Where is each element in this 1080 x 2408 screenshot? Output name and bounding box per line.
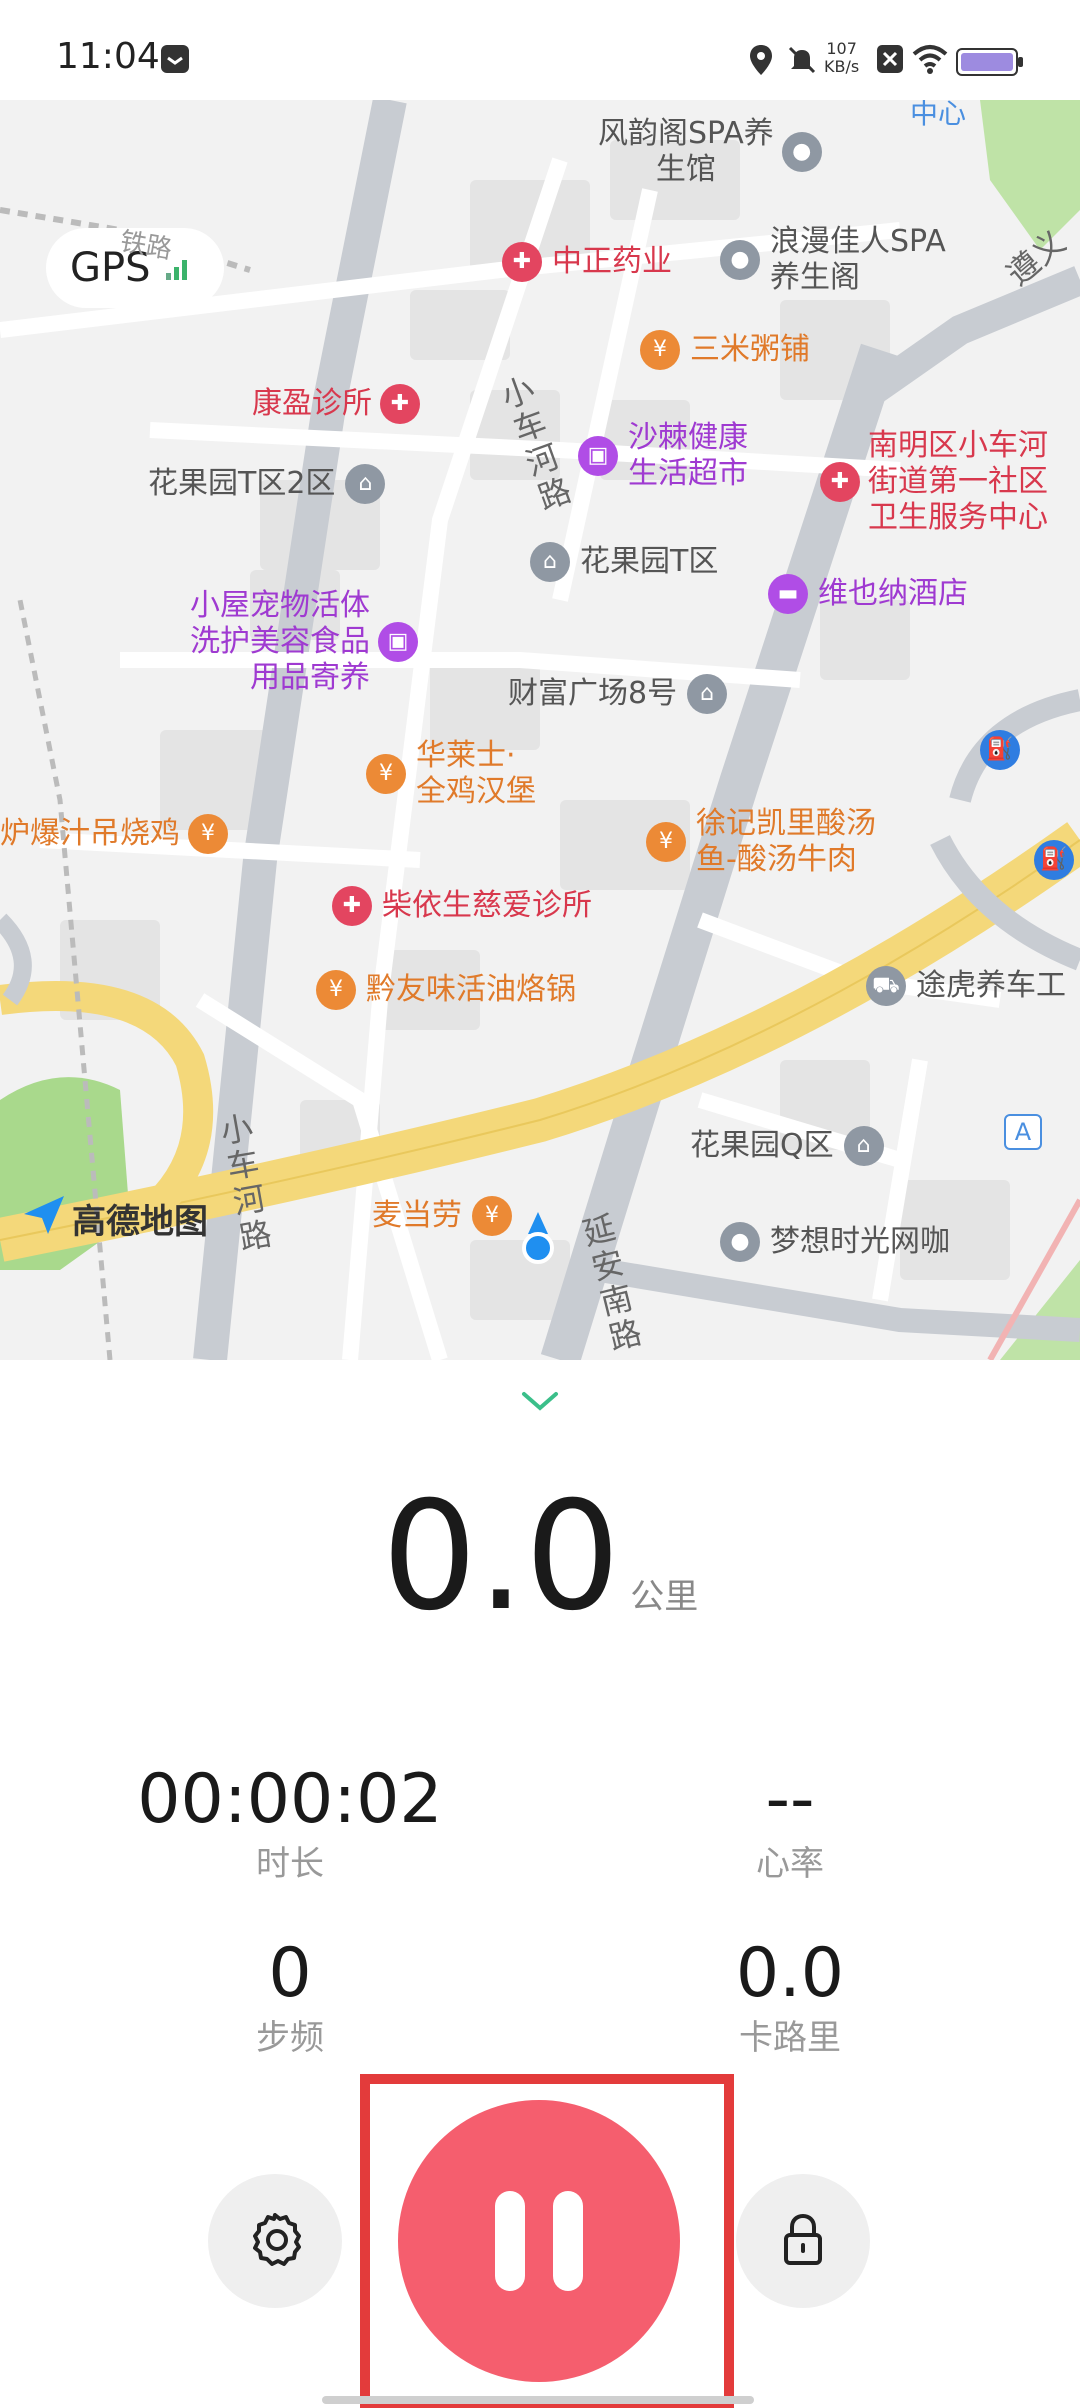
poi-marker[interactable]: ⌂ 花果园T区 xyxy=(530,542,718,582)
duration-label: 时长 xyxy=(256,1844,324,1884)
poi-marker[interactable]: ✚ 南明区小车河 街道第一社区 卫生服务中心 xyxy=(820,428,1048,536)
gas-station-icon: ⛽ xyxy=(1034,840,1074,880)
mute-icon xyxy=(786,44,818,80)
restaurant-icon: ¥ xyxy=(366,754,406,794)
gas-station-icon: ⛽ xyxy=(980,730,1020,770)
poi-marker[interactable]: ▣ 沙棘健康 生活超市 xyxy=(578,420,748,492)
poi-marker[interactable]: ✚ 柴依生慈爱诊所 xyxy=(332,886,592,926)
hotel-icon: ▬ xyxy=(768,574,808,614)
building-icon: ⌂ xyxy=(345,464,386,504)
shop-icon: ▣ xyxy=(578,436,618,476)
cadence-label: 步频 xyxy=(256,2018,324,2058)
poi-marker[interactable]: 麦当劳 ¥ xyxy=(372,1196,512,1236)
collapse-chevron-icon[interactable] xyxy=(520,1390,560,1418)
poi-marker[interactable]: 风韵阁SPA养 生馆 ● xyxy=(598,116,822,188)
hospital-icon: ✚ xyxy=(820,462,860,502)
pin-icon: ● xyxy=(720,1222,760,1262)
building-icon: ⌂ xyxy=(530,542,570,582)
gear-icon xyxy=(245,2209,305,2273)
poi-marker[interactable]: ▬ 维也纳酒店 xyxy=(768,574,968,614)
poi-marker[interactable]: 康盈诊所 ✚ xyxy=(252,384,420,424)
building-icon: ⌂ xyxy=(687,674,728,714)
gas-station-marker[interactable]: ⛽ xyxy=(1034,840,1074,880)
poi-marker[interactable]: ● 梦想时光网咖 xyxy=(720,1222,950,1262)
battery-icon xyxy=(956,48,1024,80)
poi-marker[interactable]: ¥ 黔友味活油烙锅 xyxy=(316,970,576,1010)
poi-marker[interactable]: ● 浪漫佳人SPA 养生阁 xyxy=(720,224,946,296)
duration-value: 00:00:02 xyxy=(137,1760,443,1839)
shop-icon: ▣ xyxy=(378,622,418,662)
amap-arrow-icon xyxy=(22,1192,66,1245)
pin-icon: ● xyxy=(720,240,760,280)
gas-station-marker[interactable]: ⛽ xyxy=(980,730,1020,770)
map-view[interactable]: GPS 小车河路 小车河路 延安南路 遵义 铁路 中心 风韵阁SPA养 生馆 ●… xyxy=(0,100,1080,1360)
current-location-dot xyxy=(522,1232,554,1264)
poi-marker[interactable]: 花果园Q区 ⌂ xyxy=(690,1126,884,1166)
car-service-icon: ⛟ xyxy=(866,966,906,1006)
poi-marker[interactable]: ✚ 中正药业 xyxy=(502,242,672,282)
amap-logo: 高德地图 xyxy=(22,1192,208,1245)
poi-marker[interactable]: 财富广场8号 ⌂ xyxy=(508,674,728,714)
marker-a-label: A xyxy=(1004,1114,1042,1150)
heart-rate-stat: -- 心率 xyxy=(590,1760,990,1888)
distance-unit: 公里 xyxy=(630,1577,699,1617)
restaurant-icon: ¥ xyxy=(188,814,228,854)
poi-marker[interactable]: 炉爆汁吊烧鸡 ¥ xyxy=(0,814,228,854)
net-speed: 107 KB/s xyxy=(824,39,860,76)
restaurant-icon: ¥ xyxy=(646,822,686,862)
settings-button[interactable] xyxy=(208,2174,342,2308)
highlight-box xyxy=(360,2074,734,2408)
pill-icon: ✚ xyxy=(502,242,542,282)
restaurant-icon: ¥ xyxy=(472,1196,512,1236)
location-icon xyxy=(748,44,774,80)
poi-marker[interactable]: ¥ 徐记凯里酸汤 鱼-酸汤牛肉 xyxy=(646,806,876,878)
poi-marker[interactable]: ⛟ 途虎养车工 xyxy=(866,966,1066,1006)
cadence-stat: 0 步频 xyxy=(90,1934,490,2062)
poi-marker[interactable]: ¥ 三米粥铺 xyxy=(640,330,810,370)
close-box-icon xyxy=(876,44,904,78)
marker-a[interactable]: A xyxy=(1004,1114,1042,1150)
amap-logo-text: 高德地图 xyxy=(72,1202,208,1242)
pin-icon: ● xyxy=(781,132,822,172)
building-icon: ⌂ xyxy=(843,1126,884,1166)
lock-button[interactable] xyxy=(736,2174,870,2308)
heart-rate-value: -- xyxy=(765,1760,815,1839)
poi-marker[interactable]: ¥ 华莱士· 全鸡汉堡 xyxy=(366,738,536,810)
lock-icon xyxy=(778,2209,828,2273)
status-time: 11:04 xyxy=(56,36,160,77)
heart-rate-label: 心率 xyxy=(756,1844,824,1884)
poi-marker[interactable]: 花果园T区2区 ⌂ xyxy=(148,464,386,504)
calories-value: 0.0 xyxy=(735,1934,845,2013)
calories-stat: 0.0 卡路里 xyxy=(590,1934,990,2062)
clinic-icon: ✚ xyxy=(380,384,420,424)
wifi-icon xyxy=(912,44,948,78)
restaurant-icon: ¥ xyxy=(316,970,356,1010)
cadence-value: 0 xyxy=(268,1934,312,2013)
distance-value: 0.0 xyxy=(381,1470,621,1644)
calories-label: 卡路里 xyxy=(739,2018,841,2058)
clinic-icon: ✚ xyxy=(332,886,372,926)
distance-display: 0.0 公里 xyxy=(0,1470,1080,1644)
road-label: 中心 xyxy=(910,100,967,130)
home-indicator xyxy=(322,2396,754,2404)
message-icon xyxy=(160,44,190,78)
status-bar: 11:04 107 KB/s xyxy=(0,0,1080,100)
duration-stat: 00:00:02 时长 xyxy=(90,1760,490,1888)
poi-marker[interactable]: 小屋宠物活体 洗护美容食品 用品寄养 ▣ xyxy=(190,588,418,696)
restaurant-icon: ¥ xyxy=(640,330,680,370)
